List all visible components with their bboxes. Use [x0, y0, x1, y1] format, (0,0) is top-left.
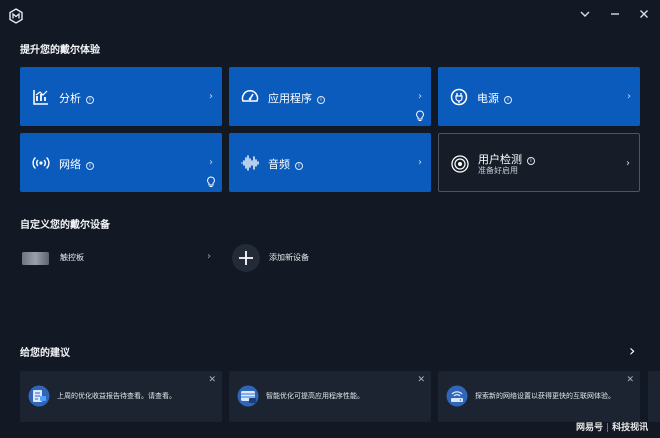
minimize-button[interactable]: [607, 8, 623, 24]
chevron-right-icon: ›: [209, 157, 213, 168]
info-icon[interactable]: i: [504, 96, 512, 104]
devices-section-title: 自定义您的戴尔设备: [20, 220, 110, 231]
chart-icon: [33, 90, 48, 105]
tile-network-label: 网络: [59, 158, 81, 171]
suggestion-card-partial[interactable]: [648, 371, 660, 422]
chevron-right-icon: ›: [209, 91, 213, 102]
chevron-right-icon: ›: [418, 91, 422, 102]
chevron-right-icon: ›: [418, 157, 422, 168]
watermark-right: 科技视讯: [612, 423, 649, 433]
tile-power-label: 电源: [477, 92, 499, 105]
watermark: 网易号 | 科技视讯: [576, 420, 648, 433]
device-touchpad-label: 触控板: [60, 253, 84, 262]
add-device-button[interactable]: 添加新设备: [231, 243, 381, 273]
suggestion-text: 上周的优化收益报告待查看。请查看。: [57, 392, 176, 400]
tile-analytics[interactable]: 分析 i ›: [20, 67, 222, 126]
experience-section-title: 提升您的戴尔体验: [20, 45, 100, 56]
dismiss-icon[interactable]: ✕: [626, 375, 634, 385]
chevron-right-icon: ›: [207, 251, 211, 262]
info-icon[interactable]: i: [86, 96, 94, 104]
dismiss-icon[interactable]: ✕: [208, 375, 216, 385]
tile-power[interactable]: 电源 i ›: [438, 67, 640, 126]
info-icon[interactable]: i: [295, 162, 303, 170]
chevron-right-icon: ›: [627, 91, 631, 102]
suggestions-next-button[interactable]: ›: [629, 341, 635, 360]
suggestion-card-network[interactable]: 探索新的网络设置以获得更快的互联网体验。 ✕: [438, 371, 640, 422]
suggestion-text: 探索新的网络设置以获得更快的互联网体验。: [475, 392, 615, 400]
tile-analytics-label: 分析: [59, 92, 81, 105]
dell-logo-icon: [9, 8, 23, 24]
minimize-icon: [611, 13, 619, 15]
watermark-left: 网易号: [576, 423, 604, 433]
lightbulb-icon: [416, 110, 424, 121]
tile-audio[interactable]: 音频 i ›: [229, 133, 431, 192]
dismiss-icon[interactable]: ✕: [417, 375, 425, 385]
report-icon: [28, 385, 50, 407]
tile-network[interactable]: 网络 i ›: [20, 133, 222, 192]
close-icon: [640, 10, 648, 18]
add-device-label: 添加新设备: [269, 253, 309, 262]
suggestions-section-title: 给您的建议: [20, 348, 70, 359]
tile-audio-label: 音频: [268, 158, 290, 171]
tile-user-presence[interactable]: 用户检测 i 准备好启用 ›: [438, 133, 640, 192]
power-plug-icon: [450, 88, 468, 106]
chevron-down-icon: [580, 11, 590, 17]
suggestion-card-smart-optimize[interactable]: 智能优化可提高应用程序性能。 ✕: [229, 371, 431, 422]
plus-circle-icon: [232, 244, 260, 272]
gauge-icon: [241, 90, 259, 102]
touchpad-icon: [22, 252, 49, 265]
optimize-app-icon: [237, 385, 259, 407]
presence-detection-icon: [451, 155, 469, 173]
wifi-icon: [32, 156, 50, 170]
device-touchpad[interactable]: 触控板 ›: [20, 243, 216, 273]
info-icon[interactable]: i: [527, 157, 535, 165]
suggestion-card-report[interactable]: 上周的优化收益报告待查看。请查看。 ✕: [20, 371, 222, 422]
info-icon[interactable]: i: [317, 96, 325, 104]
network-router-icon: [446, 385, 468, 407]
collapse-button[interactable]: [577, 8, 593, 24]
chevron-right-icon: ›: [626, 158, 630, 169]
info-icon[interactable]: i: [86, 162, 94, 170]
suggestion-text: 智能优化可提高应用程序性能。: [266, 392, 364, 400]
close-button[interactable]: [636, 8, 652, 24]
lightbulb-icon: [207, 176, 215, 187]
audio-wave-icon: [241, 155, 259, 171]
watermark-separator: |: [606, 423, 610, 433]
tile-applications[interactable]: 应用程序 i ›: [229, 67, 431, 126]
tile-user-presence-status: 准备好启用: [478, 166, 518, 175]
tile-applications-label: 应用程序: [268, 92, 312, 105]
